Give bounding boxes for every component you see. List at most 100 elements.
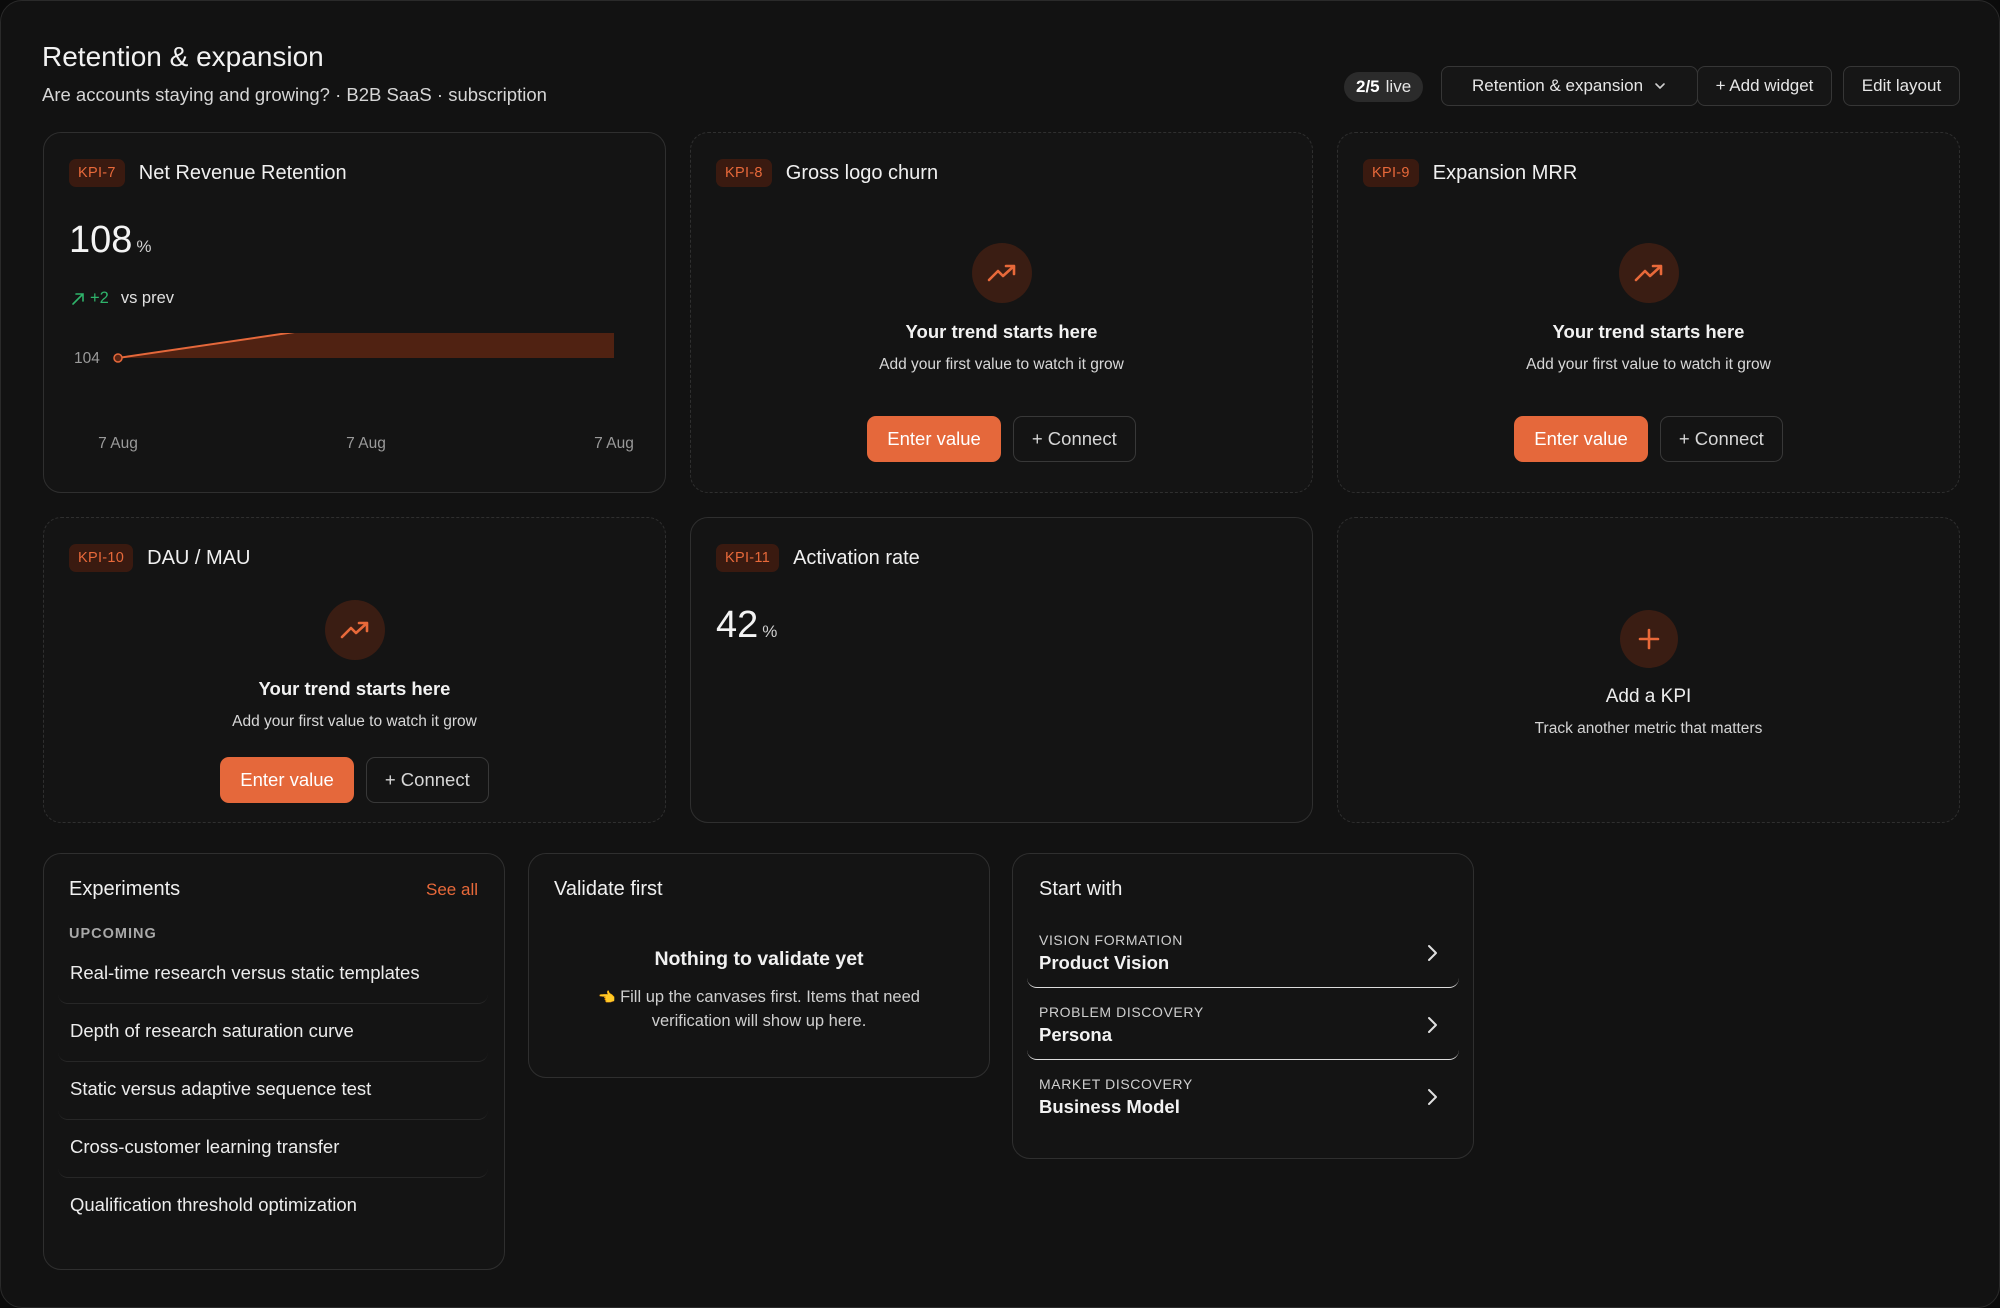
- enter-value-button[interactable]: Enter value: [867, 416, 1001, 462]
- page-title: Retention & expansion: [42, 41, 324, 72]
- chevron-right-icon: [1428, 1017, 1437, 1033]
- start-item-persona[interactable]: PROBLEM DISCOVERY Persona: [1027, 992, 1459, 1060]
- start-with-title: Start with: [1039, 878, 1123, 900]
- connect-button[interactable]: + Connect: [365, 757, 489, 803]
- kpi-card-nrr[interactable]: KPI-7 Net Revenue Retention 108% +2 vs p…: [43, 132, 666, 493]
- pointing-hand-icon: 👈: [598, 989, 616, 1005]
- kpi-value-unit: %: [136, 237, 152, 256]
- validate-first-panel: Validate first Nothing to validate yet 👈…: [528, 853, 990, 1078]
- kpi-delta: +2 vs prev: [70, 289, 174, 308]
- kpi-tag: KPI-7: [69, 159, 125, 187]
- kpi-name: DAU / MAU: [147, 546, 251, 569]
- live-count: 2/5: [1356, 77, 1380, 96]
- trend-circle: [1618, 243, 1679, 303]
- x-tick-label: 7 Aug: [98, 435, 138, 452]
- enter-value-button[interactable]: Enter value: [220, 757, 354, 803]
- upcoming-label: UPCOMING: [69, 926, 157, 942]
- kpi-value-number: 108: [69, 219, 133, 261]
- experiment-item[interactable]: Depth of research saturation curve: [58, 1008, 488, 1062]
- kpi-value: 42%: [716, 604, 777, 647]
- start-item-name: Persona: [1039, 1024, 1113, 1045]
- empty-subtitle: Add your first value to watch it grow: [232, 713, 477, 730]
- kpi-value-unit: %: [762, 622, 778, 641]
- add-widget-button[interactable]: + Add widget: [1697, 66, 1832, 106]
- chart-area: [118, 333, 614, 358]
- experiment-item[interactable]: Cross-customer learning transfer: [58, 1124, 488, 1178]
- validate-empty-line1: Fill up the canvases first. Items that n…: [620, 988, 920, 1006]
- trend-circle: [324, 600, 385, 660]
- trending-up-icon: [987, 264, 1015, 282]
- plus-circle: [1619, 610, 1678, 668]
- kpi-tag: KPI-9: [1363, 159, 1419, 187]
- kpi-name: Activation rate: [793, 546, 920, 569]
- kpi-delta-label: vs prev: [120, 289, 174, 307]
- kpi-value: 108%: [69, 219, 152, 262]
- dashboard-window: Retention & expansion Are accounts stayi…: [0, 0, 2000, 1308]
- experiment-item[interactable]: Static versus adaptive sequence test: [58, 1066, 488, 1120]
- page-subtitle: Are accounts staying and growing? · B2B …: [42, 84, 547, 105]
- chevron-down-icon: [1655, 83, 1665, 90]
- kpi-value-number: 42: [716, 604, 759, 646]
- validate-empty-text: 👈 Fill up the canvases first. Items that…: [529, 985, 989, 1033]
- live-label: live: [1385, 77, 1412, 96]
- arrow-up-right-icon: [72, 292, 84, 305]
- x-tick-label: 7 Aug: [346, 435, 386, 452]
- empty-state: Your trend starts here Add your first va…: [691, 243, 1312, 462]
- experiments-title: Experiments: [69, 878, 181, 900]
- experiments-panel: Experiments See all UPCOMING Real-time r…: [43, 853, 505, 1270]
- empty-title: Your trend starts here: [1552, 321, 1745, 342]
- empty-title: Your trend starts here: [905, 321, 1098, 342]
- start-item-category: PROBLEM DISCOVERY: [1039, 1004, 1204, 1020]
- trending-up-icon: [1634, 264, 1662, 282]
- chart-point: [113, 353, 123, 363]
- trend-circle: [971, 243, 1032, 303]
- start-item-name: Product Vision: [1039, 952, 1170, 973]
- add-kpi-content: Add a KPI Track another metric that matt…: [1338, 610, 1959, 738]
- live-count-badge: 2/5 live: [1344, 72, 1424, 102]
- x-tick-label: 7 Aug: [594, 435, 634, 452]
- add-kpi-card[interactable]: Add a KPI Track another metric that matt…: [1337, 517, 1960, 823]
- start-item-name: Business Model: [1039, 1096, 1180, 1117]
- y-tick-label: 104: [74, 350, 100, 367]
- edit-layout-button[interactable]: Edit layout: [1843, 66, 1960, 106]
- kpi-delta-value: +2: [90, 289, 109, 307]
- kpi-name: Expansion MRR: [1432, 161, 1578, 184]
- experiment-item[interactable]: Qualification threshold optimization: [58, 1182, 488, 1236]
- connect-button[interactable]: + Connect: [1012, 416, 1136, 462]
- add-kpi-subtitle: Track another metric that matters: [1534, 720, 1763, 737]
- validate-empty-title: Nothing to validate yet: [654, 948, 864, 970]
- start-item-product-vision[interactable]: VISION FORMATION Product Vision: [1027, 920, 1459, 988]
- empty-title: Your trend starts here: [258, 678, 451, 699]
- kpi-tag: KPI-10: [69, 544, 134, 572]
- nrr-trend-chart: 1081061047 Aug7 Aug7 Aug: [74, 333, 634, 452]
- validate-empty-state: Nothing to validate yet 👈 Fill up the ca…: [529, 948, 989, 1033]
- chevron-right-icon: [1428, 945, 1437, 961]
- validate-empty-line2: verification will show up here.: [651, 1012, 867, 1030]
- start-item-business-model[interactable]: MARKET DISCOVERY Business Model: [1027, 1064, 1459, 1132]
- plus-icon: [1638, 628, 1659, 650]
- start-with-panel: Start with VISION FORMATION Product Visi…: [1012, 853, 1474, 1159]
- validate-title: Validate first: [554, 878, 663, 900]
- empty-subtitle: Add your first value to watch it grow: [879, 356, 1124, 373]
- empty-state: Your trend starts here Add your first va…: [44, 600, 665, 803]
- kpi-card-activation-rate[interactable]: KPI-11 Activation rate 42%: [690, 517, 1313, 823]
- see-all-link[interactable]: See all: [426, 880, 478, 900]
- kpi-card-gross-logo-churn[interactable]: KPI-8 Gross logo churn Your trend starts…: [690, 132, 1313, 493]
- kpi-name: Gross logo churn: [785, 161, 939, 184]
- start-item-category: VISION FORMATION: [1039, 932, 1183, 948]
- empty-state: Your trend starts here Add your first va…: [1338, 243, 1959, 462]
- start-item-category: MARKET DISCOVERY: [1039, 1076, 1193, 1092]
- kpi-card-expansion-mrr[interactable]: KPI-9 Expansion MRR Your trend starts he…: [1337, 132, 1960, 493]
- kpi-name: Net Revenue Retention: [138, 161, 347, 184]
- experiment-item[interactable]: Real-time research versus static templat…: [58, 950, 488, 1004]
- kpi-tag: KPI-11: [716, 544, 780, 572]
- chevron-right-icon: [1428, 1089, 1437, 1105]
- enter-value-button[interactable]: Enter value: [1514, 416, 1648, 462]
- kpi-tag: KPI-8: [716, 159, 772, 187]
- kpi-card-dau-mau[interactable]: KPI-10 DAU / MAU Your trend starts here …: [43, 517, 666, 823]
- empty-subtitle: Add your first value to watch it grow: [1526, 356, 1771, 373]
- dashboard-select[interactable]: Retention & expansion: [1441, 66, 1698, 106]
- add-kpi-title: Add a KPI: [1605, 686, 1692, 707]
- trending-up-icon: [340, 621, 368, 639]
- connect-button[interactable]: + Connect: [1659, 416, 1783, 462]
